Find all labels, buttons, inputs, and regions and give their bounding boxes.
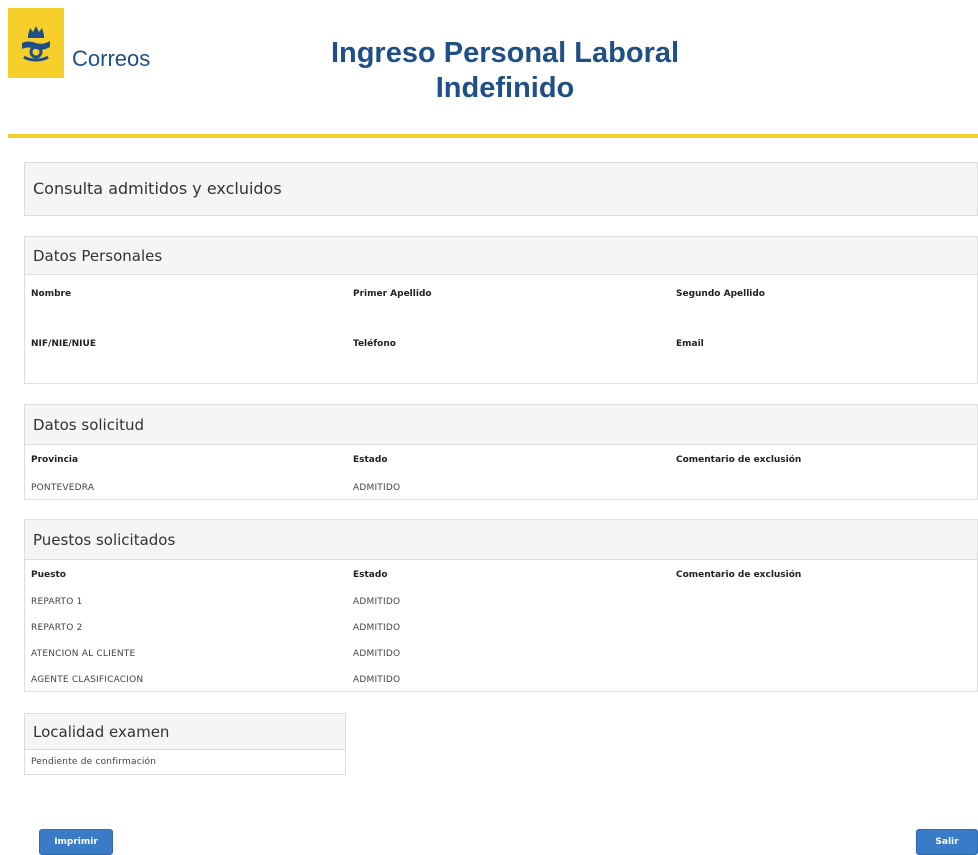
puesto-comentario-label: Comentario de exclusión — [676, 570, 802, 580]
puesto-row-estado: ADMITIDO — [353, 675, 401, 685]
datos-solicitud-title: Datos solicitud — [25, 405, 977, 445]
comentario-exclusion-label: Comentario de exclusión — [676, 455, 802, 465]
consulta-heading: Consulta admitidos y excluidos — [24, 162, 978, 216]
salir-button[interactable]: Salir — [916, 829, 978, 855]
datos-personales-title: Datos Personales — [25, 237, 977, 275]
correos-logo — [8, 8, 64, 78]
imprimir-button[interactable]: Imprimir — [39, 829, 113, 855]
puesto-row-estado: ADMITIDO — [353, 597, 401, 607]
provincia-label: Provincia — [31, 455, 79, 465]
puesto-row-name: REPARTO 2 — [31, 623, 83, 633]
estado-value: ADMITIDO — [353, 483, 401, 493]
localidad-examen-value: Pendiente de confirmación — [31, 757, 157, 767]
localidad-examen-panel: Localidad examen Pendiente de confirmaci… — [24, 713, 346, 775]
page-title: Ingreso Personal Laboral Indefinido — [250, 36, 760, 106]
puesto-estado-label: Estado — [353, 570, 388, 580]
telefono-label: Teléfono — [353, 339, 396, 349]
puestos-solicitados-panel: Puestos solicitados Puesto Estado Coment… — [24, 519, 978, 692]
datos-personales-panel: Datos Personales Nombre Primer Apellido … — [24, 236, 978, 384]
page-title-line1: Ingreso Personal Laboral — [330, 37, 680, 69]
header-divider — [8, 134, 978, 138]
segundo-apellido-label: Segundo Apellido — [676, 289, 765, 299]
nif-label: NIF/NIE/NIUE — [31, 339, 96, 349]
provincia-value: PONTEVEDRA — [31, 483, 95, 493]
puestos-solicitados-title: Puestos solicitados — [25, 520, 977, 560]
estado-label: Estado — [353, 455, 388, 465]
puesto-row-name: REPARTO 1 — [31, 597, 83, 607]
correos-horn-crown-icon — [16, 21, 56, 65]
puesto-row-estado: ADMITIDO — [353, 649, 401, 659]
datos-solicitud-panel: Datos solicitud Provincia Estado Comenta… — [24, 404, 978, 500]
email-label: Email — [676, 339, 704, 349]
puesto-row-name: AGENTE CLASIFICACION — [31, 675, 144, 685]
puesto-label: Puesto — [31, 570, 66, 580]
nombre-label: Nombre — [31, 289, 72, 299]
page-header: Correos Ingreso Personal Laboral Indefin… — [0, 0, 978, 138]
puesto-row-estado: ADMITIDO — [353, 623, 401, 633]
puesto-row-name: ATENCION AL CLIENTE — [31, 649, 136, 659]
brand-name: Correos — [72, 46, 151, 71]
localidad-examen-title: Localidad examen — [25, 714, 345, 750]
primer-apellido-label: Primer Apellido — [353, 289, 432, 299]
page-title-line2: Indefinido — [435, 72, 575, 104]
